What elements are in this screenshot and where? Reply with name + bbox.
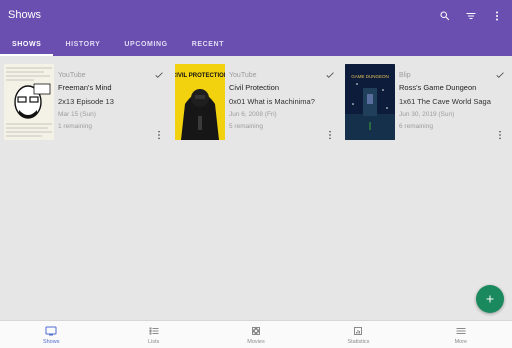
svg-text:GAME DUNGEON: GAME DUNGEON	[351, 74, 389, 79]
app-bar: Shows SHOWS HISTORY UPCOMING RECENT	[0, 0, 512, 56]
show-poster: CIVIL PROTECTION	[175, 64, 225, 140]
tv-icon	[45, 326, 57, 336]
chart-icon	[354, 327, 363, 335]
nav-label: Shows	[42, 339, 60, 345]
plus-icon	[486, 295, 494, 303]
show-date: Jun 6, 2008 (Fri)	[229, 111, 277, 118]
film-icon	[252, 327, 261, 335]
overflow-menu-icon[interactable]	[490, 9, 504, 23]
nav-more[interactable]: More	[410, 321, 512, 348]
show-episode: 2x13 Episode 13	[58, 97, 114, 106]
show-card[interactable]: GAME DUNGEON Blip Ross's Game Dungeon 1x…	[341, 64, 509, 142]
show-title: Ross's Game Dungeon	[399, 83, 477, 92]
show-episode: 0x01 What is Machinima?	[229, 97, 315, 106]
show-card[interactable]: YouTube Freeman's Mind 2x13 Episode 13 M…	[0, 64, 168, 142]
nav-label: Movies	[247, 339, 265, 345]
show-info: YouTube Freeman's Mind 2x13 Episode 13 M…	[58, 72, 162, 130]
show-title: Freeman's Mind	[58, 83, 112, 92]
bottom-navigation: Shows Lists Movies Statistics More	[0, 320, 512, 348]
search-icon[interactable]	[438, 9, 452, 23]
tab-history[interactable]: HISTORY	[53, 36, 112, 56]
check-icon[interactable]	[325, 70, 335, 80]
show-remaining: 1 remaining	[58, 123, 92, 130]
show-remaining: 6 remaining	[399, 123, 433, 130]
menu-icon	[456, 328, 466, 334]
show-title: Civil Protection	[229, 83, 280, 92]
nav-movies[interactable]: Movies	[205, 321, 307, 348]
more-vert-icon[interactable]	[497, 130, 503, 140]
check-icon[interactable]	[154, 70, 164, 80]
show-card[interactable]: CIVIL PROTECTION YouTube Civil Protectio…	[171, 64, 339, 142]
nav-label: More	[454, 339, 468, 345]
svg-text:CIVIL PROTECTION: CIVIL PROTECTION	[175, 73, 225, 79]
toolbar-actions	[438, 9, 504, 23]
add-show-button[interactable]	[476, 285, 504, 313]
tab-upcoming[interactable]: UPCOMING	[112, 36, 179, 56]
show-date: Mar 15 (Sun)	[58, 111, 96, 118]
tab-bar: SHOWS HISTORY UPCOMING RECENT	[0, 36, 236, 56]
check-icon[interactable]	[495, 70, 505, 80]
show-info: Blip Ross's Game Dungeon 1x61 The Cave W…	[399, 72, 503, 130]
filter-icon[interactable]	[464, 9, 478, 23]
show-episode: 1x61 The Cave World Saga	[399, 97, 491, 106]
nav-shows[interactable]: Shows	[0, 321, 102, 348]
nav-label: Statistics	[347, 339, 370, 345]
show-remaining: 5 remaining	[229, 123, 263, 130]
show-info: YouTube Civil Protection 0x01 What is Ma…	[229, 72, 333, 130]
app-title: Shows	[8, 9, 42, 21]
list-icon	[149, 327, 159, 335]
show-network: YouTube	[229, 72, 257, 79]
tab-shows[interactable]: SHOWS	[0, 36, 54, 56]
nav-statistics[interactable]: Statistics	[307, 321, 409, 348]
show-network: Blip	[399, 72, 411, 79]
show-poster: GAME DUNGEON	[345, 64, 395, 140]
nav-label: Lists	[147, 339, 160, 345]
more-vert-icon[interactable]	[327, 130, 333, 140]
tab-recent[interactable]: RECENT	[180, 36, 236, 56]
show-network: YouTube	[58, 72, 86, 79]
more-vert-icon[interactable]	[156, 130, 162, 140]
show-date: Jun 30, 2019 (Sun)	[399, 111, 455, 118]
nav-lists[interactable]: Lists	[102, 321, 204, 348]
show-poster	[4, 64, 54, 140]
